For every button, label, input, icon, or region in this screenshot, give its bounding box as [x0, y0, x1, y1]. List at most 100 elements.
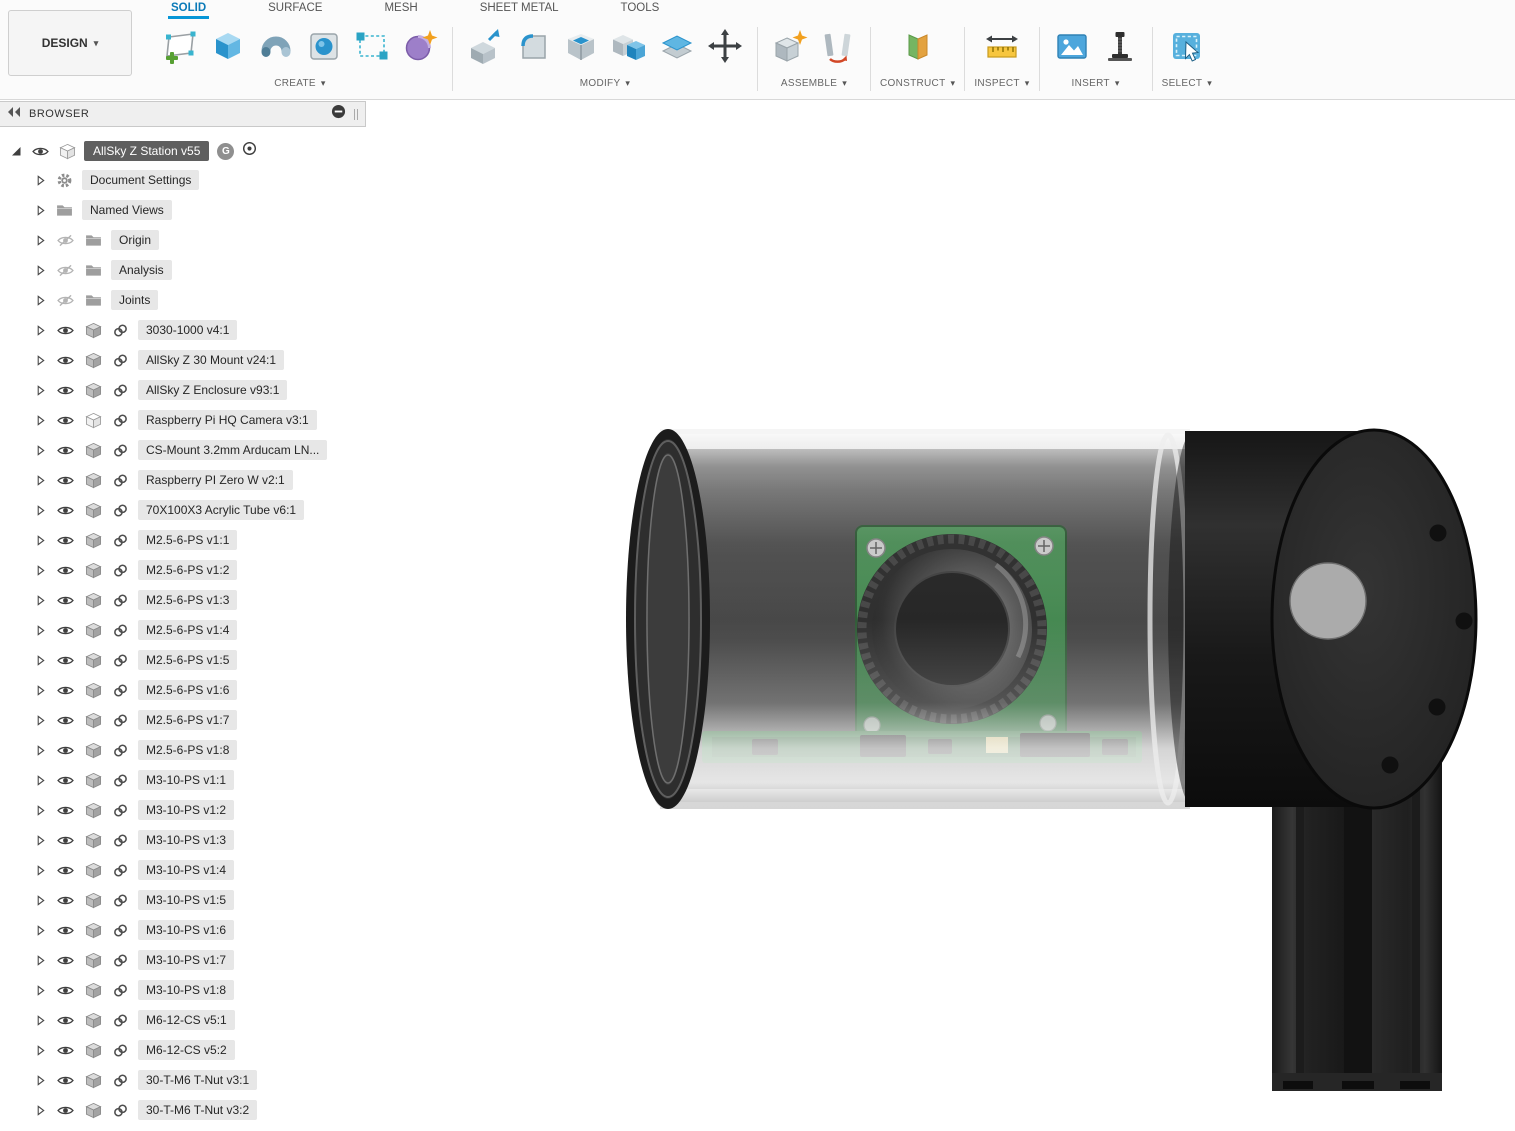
expand-arrow-icon[interactable] — [34, 474, 46, 487]
tree-item-label[interactable]: Origin — [111, 230, 160, 250]
tree-row[interactable]: Origin — [34, 225, 366, 255]
extrusion-rail-model[interactable] — [1272, 763, 1442, 1091]
tree-item-label[interactable]: M3-10-PS v1:5 — [138, 890, 235, 910]
visibility-eye-icon[interactable] — [55, 474, 75, 487]
tree-row[interactable]: AllSky Z Enclosure v93:1 — [34, 375, 366, 405]
expand-arrow-icon[interactable] — [34, 864, 46, 877]
visibility-eye-icon[interactable] — [55, 984, 75, 997]
visibility-eye-off-icon[interactable] — [55, 264, 75, 277]
tree-row[interactable]: M3-10-PS v1:7 — [34, 945, 366, 975]
inspect-dropdown[interactable]: INSPECT ▾ — [974, 78, 1029, 89]
root-document-label[interactable]: AllSky Z Station v55 — [84, 141, 210, 161]
fillet-button[interactable] — [510, 22, 556, 74]
tree-row[interactable]: M6-12-CS v5:1 — [34, 1005, 366, 1035]
tab-tools[interactable]: TOOLS — [618, 0, 663, 19]
expand-arrow-icon[interactable] — [34, 564, 46, 577]
insert-canvas-button[interactable] — [1049, 22, 1095, 74]
tree-item-label[interactable]: M3-10-PS v1:4 — [138, 860, 235, 880]
visibility-eye-icon[interactable] — [55, 864, 75, 877]
expand-arrow-icon[interactable] — [34, 594, 46, 607]
visibility-eye-icon[interactable] — [55, 654, 75, 667]
tree-row[interactable]: Raspberry Pi HQ Camera v3:1 — [34, 405, 366, 435]
expand-arrow-icon[interactable] — [34, 894, 46, 907]
expand-arrow-icon[interactable] — [34, 654, 46, 667]
expand-arrow-icon[interactable] — [34, 324, 46, 337]
tree-row[interactable]: Joints — [34, 285, 366, 315]
expand-arrow-icon[interactable] — [34, 264, 46, 277]
expand-arrow-icon[interactable] — [34, 984, 46, 997]
tree-row[interactable]: Analysis — [34, 255, 366, 285]
press-pull-button[interactable] — [462, 22, 508, 74]
tree-item-label[interactable]: 70X100X3 Acrylic Tube v6:1 — [138, 500, 305, 520]
new-component-button[interactable] — [767, 22, 813, 74]
expand-arrow-icon[interactable] — [34, 294, 46, 307]
visibility-eye-icon[interactable] — [55, 1074, 75, 1087]
tree-item-label[interactable]: Raspberry PI Zero W v2:1 — [138, 470, 293, 490]
tree-item-label[interactable]: M3-10-PS v1:7 — [138, 950, 235, 970]
offset-face-button[interactable] — [654, 22, 700, 74]
select-dropdown[interactable]: SELECT ▾ — [1162, 78, 1213, 89]
tree-item-label[interactable]: AllSky Z 30 Mount v24:1 — [138, 350, 285, 370]
tree-item-label[interactable]: M3-10-PS v1:2 — [138, 800, 235, 820]
tree-row[interactable]: M2.5-6-PS v1:5 — [34, 645, 366, 675]
tree-row[interactable]: M2.5-6-PS v1:6 — [34, 675, 366, 705]
create-form-button[interactable] — [397, 22, 443, 74]
visibility-eye-icon[interactable] — [55, 1014, 75, 1027]
visibility-eye-icon[interactable] — [55, 624, 75, 637]
tree-item-label[interactable]: M3-10-PS v1:8 — [138, 980, 235, 1000]
visibility-eye-icon[interactable] — [55, 1044, 75, 1057]
tab-surface[interactable]: SURFACE — [265, 0, 325, 19]
expand-arrow-icon[interactable] — [34, 1014, 46, 1027]
tree-row[interactable]: CS-Mount 3.2mm Arducam LN... — [34, 435, 366, 465]
tree-row[interactable]: Raspberry PI Zero W v2:1 — [34, 465, 366, 495]
expand-arrow-icon[interactable] — [34, 234, 46, 247]
panel-drag-grip[interactable] — [354, 108, 358, 120]
tree-row[interactable]: M3-10-PS v1:2 — [34, 795, 366, 825]
visibility-eye-icon[interactable] — [55, 1104, 75, 1117]
construction-plane-button[interactable] — [895, 22, 941, 74]
visibility-eye-off-icon[interactable] — [55, 234, 75, 247]
tree-item-label[interactable]: Raspberry Pi HQ Camera v3:1 — [138, 410, 317, 430]
tree-row[interactable]: M6-12-CS v5:2 — [34, 1035, 366, 1065]
shell-button[interactable] — [558, 22, 604, 74]
tree-row[interactable]: M3-10-PS v1:3 — [34, 825, 366, 855]
tree-item-label[interactable]: Joints — [111, 290, 159, 310]
tree-row[interactable]: M3-10-PS v1:6 — [34, 915, 366, 945]
tree-item-label[interactable]: Named Views — [82, 200, 172, 220]
visibility-eye-icon[interactable] — [55, 444, 75, 457]
tab-mesh[interactable]: MESH — [381, 0, 420, 19]
visibility-eye-off-icon[interactable] — [55, 294, 75, 307]
tree-item-label[interactable]: M2.5-6-PS v1:3 — [138, 590, 238, 610]
revolve-button[interactable] — [253, 22, 299, 74]
visibility-eye-icon[interactable] — [55, 744, 75, 757]
tree-item-label[interactable]: CS-Mount 3.2mm Arducam LN... — [138, 440, 328, 460]
tree-row[interactable]: 70X100X3 Acrylic Tube v6:1 — [34, 495, 366, 525]
acrylic-tube-model[interactable] — [654, 429, 1216, 809]
expand-arrow-icon[interactable] — [34, 1074, 46, 1087]
visibility-eye-icon[interactable] — [55, 954, 75, 967]
expand-arrow-icon[interactable] — [34, 714, 46, 727]
collapse-panel-icon[interactable] — [7, 105, 21, 123]
tree-row[interactable]: M3-10-PS v1:4 — [34, 855, 366, 885]
primitive-button[interactable] — [301, 22, 347, 74]
visibility-eye-icon[interactable] — [55, 354, 75, 367]
expand-arrow-icon[interactable] — [34, 384, 46, 397]
expand-arrow-icon[interactable] — [34, 1044, 46, 1057]
tree-item-label[interactable]: M2.5-6-PS v1:7 — [138, 710, 238, 730]
measure-button[interactable] — [979, 22, 1025, 74]
tree-root-row[interactable]: AllSky Z Station v55 G — [10, 137, 366, 165]
minimize-panel-icon[interactable] — [331, 104, 346, 124]
tree-item-label[interactable]: M6-12-CS v5:2 — [138, 1040, 235, 1060]
tree-item-label[interactable]: M2.5-6-PS v1:5 — [138, 650, 238, 670]
visibility-eye-icon[interactable] — [55, 834, 75, 847]
visibility-eye-icon[interactable] — [55, 894, 75, 907]
expand-arrow-icon[interactable] — [34, 684, 46, 697]
tree-item-label[interactable]: M3-10-PS v1:3 — [138, 830, 235, 850]
tree-item-label[interactable]: M3-10-PS v1:1 — [138, 770, 235, 790]
visibility-eye-icon[interactable] — [55, 324, 75, 337]
visibility-eye-icon[interactable] — [30, 145, 50, 158]
visibility-eye-icon[interactable] — [55, 594, 75, 607]
expand-arrow-icon[interactable] — [34, 354, 46, 367]
tree-row[interactable]: M3-10-PS v1:5 — [34, 885, 366, 915]
expand-arrow-icon[interactable] — [34, 1104, 46, 1117]
